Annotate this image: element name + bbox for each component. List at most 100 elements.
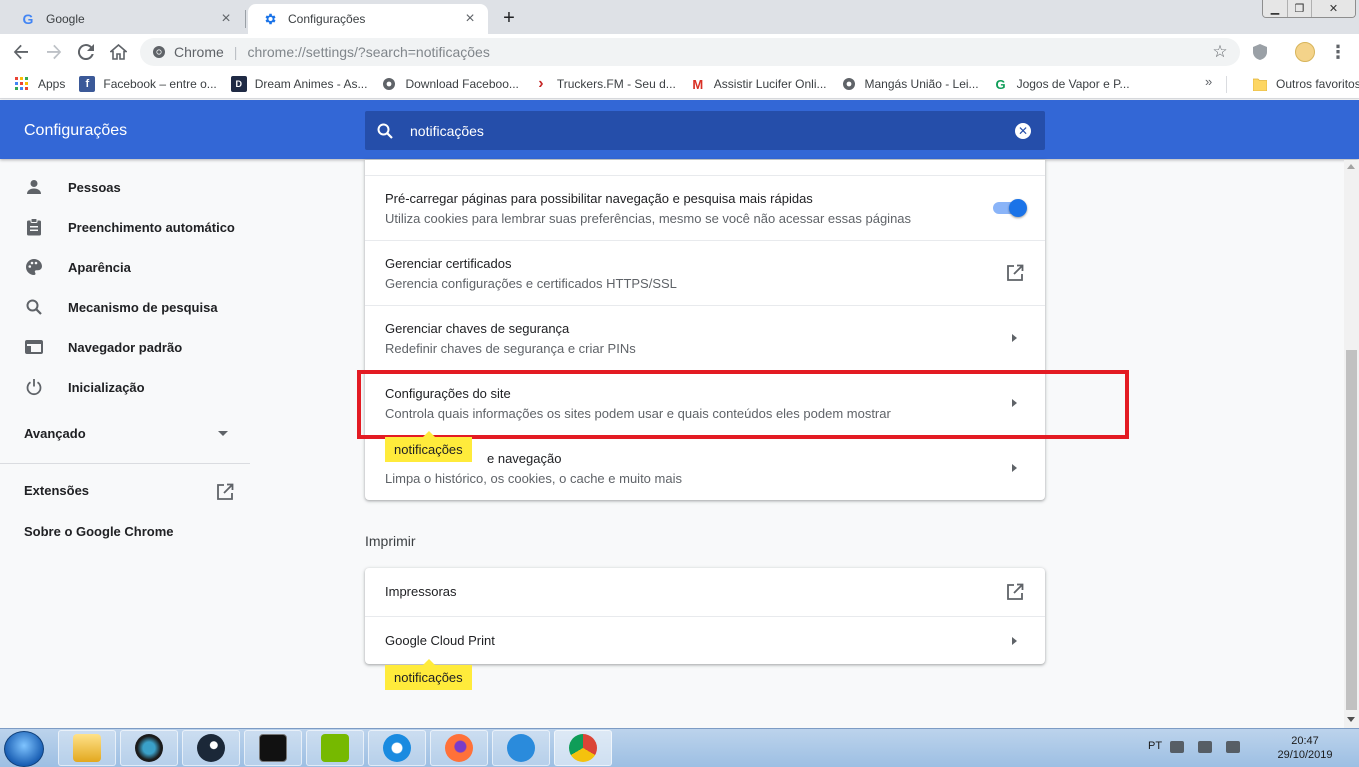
sidebar-item-pessoas[interactable]: Pessoas (0, 167, 250, 207)
row-subtitle: Utiliza cookies para lembrar suas prefer… (385, 211, 912, 226)
scrollbar-thumb[interactable] (1346, 350, 1357, 710)
network-icon[interactable] (1226, 741, 1240, 753)
settings-search-input[interactable]: notificações ✕ (365, 111, 1045, 150)
new-tab-plus-icon[interactable]: + (496, 6, 522, 30)
external-link-icon (216, 483, 234, 504)
sidebar-item-label: Extensões (24, 483, 90, 498)
sidebar-item-extensoes[interactable]: Extensões (24, 483, 234, 504)
search-match-bubble: notificações (385, 431, 472, 462)
bubble-pointer (423, 659, 435, 665)
external-link-icon[interactable] (1006, 583, 1024, 601)
chrome-logo-icon (152, 45, 166, 59)
sidebar-advanced-toggle[interactable]: Avançado (24, 426, 234, 441)
clock-time: 20:47 (1291, 735, 1319, 747)
bookmark-label: Truckers.FM - Seu d... (556, 77, 676, 91)
taskbar-app[interactable] (58, 730, 116, 766)
scroll-down-arrow-icon[interactable] (1347, 717, 1355, 722)
taskbar-app[interactable] (306, 730, 364, 766)
external-link-icon[interactable] (1006, 264, 1024, 282)
bookmark-truckers-fm[interactable]: › Truckers.FM - Seu d... (533, 72, 676, 96)
reload-icon[interactable] (74, 40, 98, 64)
row-title: Impressoras (385, 584, 457, 599)
window-controls: ▁ ❐ ✕ (1262, 0, 1356, 18)
start-button-windows-icon[interactable] (4, 731, 44, 767)
sidebar-item-label: Pessoas (68, 179, 121, 195)
preload-toggle[interactable] (993, 199, 1027, 217)
window-close-icon[interactable]: ✕ (1311, 0, 1355, 17)
tab-strip: G Google × Configurações × + ▁ ❐ ✕ (0, 0, 1359, 34)
tab-configuracoes[interactable]: Configurações × (248, 4, 488, 34)
row-subtitle: Redefinir chaves de segurança e criar PI… (385, 341, 636, 356)
profile-avatar[interactable] (1295, 42, 1315, 62)
sidebar-item-inicializacao[interactable]: Inicialização (0, 367, 250, 407)
sidebar-item-preenchimento[interactable]: Preenchimento automático (0, 207, 250, 247)
address-bar[interactable]: Chrome | chrome:// settings/?search=noti… (140, 38, 1240, 66)
taskbar-app[interactable] (492, 730, 550, 766)
search-icon (24, 297, 44, 317)
print-settings-card: Impressoras Google Cloud Print (365, 568, 1045, 664)
bookmark-mangas-uniao[interactable]: Mangás União - Lei... (841, 72, 979, 96)
file-explorer-icon (73, 734, 101, 762)
settings-row-preload[interactable]: Pré-carregar páginas para possibilitar n… (365, 175, 1045, 241)
bookmark-facebook[interactable]: f Facebook – entre o... (79, 72, 217, 96)
section-title-imprimir: Imprimir (365, 533, 416, 549)
sidebar-item-mecanismo-pesquisa[interactable]: Mecanismo de pesquisa (0, 287, 250, 327)
bookmark-label: Dream Animes - As... (254, 77, 368, 91)
settings-row-security-keys[interactable]: Gerenciar chaves de segurança Redefinir … (365, 305, 1045, 370)
person-icon (24, 177, 44, 197)
keyboard-icon[interactable] (1170, 741, 1184, 753)
bookmark-apps[interactable]: Apps (14, 72, 65, 96)
language-indicator[interactable]: PT (1148, 740, 1162, 752)
camera-app-icon (135, 734, 163, 762)
page-title: Configurações (24, 122, 128, 139)
tab-google[interactable]: G Google × (6, 4, 244, 34)
taskbar-app[interactable] (182, 730, 240, 766)
bookmark-download-facebook[interactable]: Download Faceboo... (381, 72, 519, 96)
sidebar-divider (0, 463, 250, 464)
settings-row-certificates[interactable]: Gerenciar certificados Gerencia configur… (365, 240, 1045, 305)
taskbar-app[interactable] (244, 730, 302, 766)
globe-icon (381, 76, 397, 92)
bookmark-star-icon[interactable]: ☆ (1210, 42, 1230, 62)
bookmark-lucifer[interactable]: M Assistir Lucifer Onli... (690, 72, 826, 96)
bookmark-label: Mangás União - Lei... (864, 77, 979, 91)
scroll-up-arrow-icon[interactable] (1347, 164, 1355, 169)
minimize-icon[interactable]: ▁ (1263, 0, 1287, 17)
dream-animes-icon: D (230, 76, 247, 92)
gmail-m-icon: M (692, 76, 704, 92)
sidebar-item-navegador-padrao[interactable]: Navegador padrão (0, 327, 250, 367)
speaker-icon[interactable] (1198, 741, 1212, 753)
forward-arrow-icon[interactable] (42, 40, 66, 64)
bookmark-other-favorites[interactable]: Outros favoritos (1252, 72, 1359, 96)
clear-search-icon[interactable]: ✕ (1015, 122, 1031, 139)
clipboard-icon (24, 217, 44, 237)
steam-icon (197, 734, 225, 762)
taskbar-app-active[interactable] (554, 730, 612, 766)
close-icon[interactable]: × (462, 10, 478, 27)
sidebar-item-label: Inicialização (68, 379, 145, 395)
bookmark-jogos-vapor[interactable]: G Jogos de Vapor e P... (993, 72, 1130, 96)
extension-shield-icon[interactable] (1252, 43, 1268, 61)
sidebar-item-sobre[interactable]: Sobre o Google Chrome (24, 524, 174, 539)
taskbar-app[interactable] (368, 730, 426, 766)
arrow-right-icon (1012, 464, 1017, 472)
close-icon[interactable]: × (218, 10, 234, 27)
sidebar-item-aparencia[interactable]: Aparência (0, 247, 250, 287)
bookmark-dream-animes[interactable]: D Dream Animes - As... (230, 72, 368, 96)
taskbar-clock[interactable]: 20:47 29/10/2019 (1268, 734, 1342, 762)
system-tray: PT 20:47 29/10/2019 (1140, 729, 1359, 767)
taskbar-app[interactable] (120, 730, 178, 766)
bookmarks-overflow-chevron[interactable]: » (1205, 74, 1212, 89)
row-subtitle: Gerencia configurações e certificados HT… (385, 276, 677, 291)
settings-row-cloud-print[interactable]: Google Cloud Print (365, 616, 1045, 664)
menu-dots-icon[interactable]: ⋮ (1328, 40, 1348, 64)
chrome-icon (569, 734, 597, 762)
settings-row-printers[interactable]: Impressoras (365, 568, 1045, 616)
back-arrow-icon[interactable] (9, 40, 33, 64)
home-icon[interactable] (106, 40, 130, 64)
restore-icon[interactable]: ❐ (1287, 0, 1311, 17)
row-title: e navegação (487, 451, 562, 466)
page-scrollbar[interactable] (1344, 160, 1359, 728)
taskbar-app[interactable] (430, 730, 488, 766)
sidebar-item-label: Aparência (68, 259, 131, 275)
